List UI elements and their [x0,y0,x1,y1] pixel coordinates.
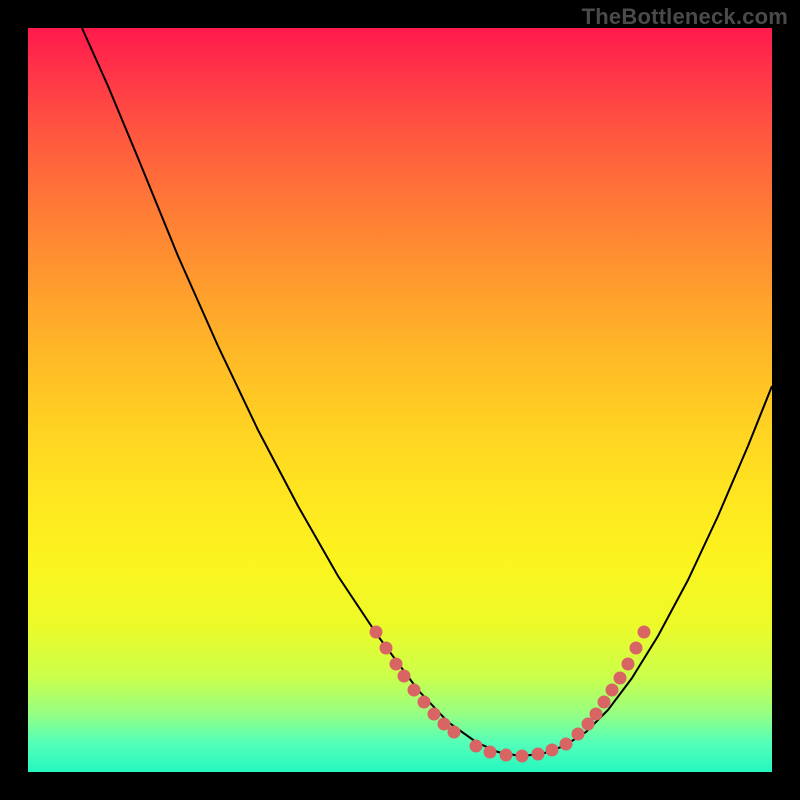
watermark-text: TheBottleneck.com [582,4,788,30]
data-dot [598,696,610,708]
plot-area [28,28,772,772]
data-dot [500,749,512,761]
data-dot [470,740,482,752]
bottleneck-curve [28,28,772,772]
dot-cluster-valley [470,738,572,762]
data-dot [516,750,528,762]
curve-path [82,28,772,756]
data-dot [418,696,430,708]
data-dot [606,684,618,696]
data-dot [428,708,440,720]
data-dot [370,626,382,638]
data-dot [448,726,460,738]
data-dot [408,684,420,696]
data-dot [546,744,558,756]
data-dot [582,718,594,730]
data-dot [630,642,642,654]
data-dot [560,738,572,750]
chart-frame: TheBottleneck.com [0,0,800,800]
data-dot [532,748,544,760]
data-dot [438,718,450,730]
data-dot [622,658,634,670]
data-dot [484,746,496,758]
dot-cluster-right [572,626,650,740]
data-dot [638,626,650,638]
data-dot [380,642,392,654]
dot-cluster-left [370,626,460,738]
data-dot [390,658,402,670]
data-dot [614,672,626,684]
data-dot [590,708,602,720]
data-dot [398,670,410,682]
data-dot [572,728,584,740]
